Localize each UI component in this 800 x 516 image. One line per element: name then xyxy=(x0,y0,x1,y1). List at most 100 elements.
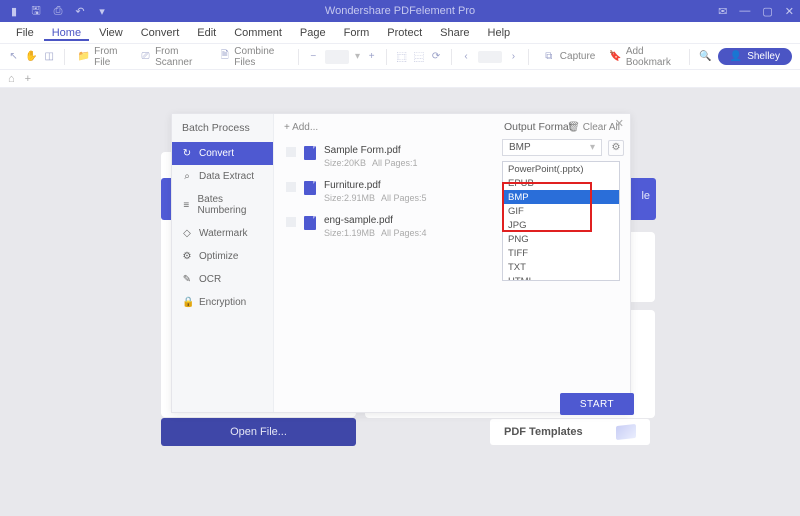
rotate-icon[interactable]: ⟳ xyxy=(430,50,441,64)
zoom-field[interactable] xyxy=(325,50,349,64)
dropdown-option[interactable]: TIFF xyxy=(503,246,619,260)
pdf-file-icon xyxy=(304,146,316,160)
chevron-down-icon: ▾ xyxy=(590,142,595,153)
menu-form[interactable]: Form xyxy=(336,25,378,41)
sidebar-item-data-extract[interactable]: ⌕ Data Extract xyxy=(172,165,273,188)
home-tab-icon[interactable]: ⌂ xyxy=(8,73,15,85)
hand-icon[interactable]: ✋ xyxy=(25,50,37,64)
from-scanner-label: From Scanner xyxy=(155,46,205,68)
fit-width-icon[interactable]: ⿴ xyxy=(396,50,407,64)
minimize-icon[interactable]: — xyxy=(739,5,750,17)
batch-sidebar: Batch Process ↻ Convert ⌕ Data Extract ≡… xyxy=(172,114,274,412)
print-icon[interactable]: ⎙ xyxy=(52,5,64,18)
capture-button[interactable]: ⧉ Capture xyxy=(538,50,600,64)
capture-label: Capture xyxy=(560,51,596,62)
fit-page-icon[interactable]: ⿳ xyxy=(413,50,424,64)
dropdown-icon[interactable]: ▾ xyxy=(96,5,108,18)
sidebar-item-ocr[interactable]: ✎ OCR xyxy=(172,268,273,291)
menu-comment[interactable]: Comment xyxy=(226,25,290,41)
data-extract-icon: ⌕ xyxy=(182,171,192,182)
file-name: eng-sample.pdf xyxy=(324,215,427,226)
sidebar-label: Optimize xyxy=(199,251,238,262)
file-checkbox[interactable] xyxy=(286,217,296,227)
convert-icon: ↻ xyxy=(182,148,192,159)
bookmark-icon: 🔖 xyxy=(609,50,621,64)
zoom-in-icon[interactable]: + xyxy=(366,50,377,64)
tabstrip: ⌂ + xyxy=(0,70,800,88)
sidebar-item-watermark[interactable]: ◇ Watermark xyxy=(172,222,273,245)
sidebar-item-bates[interactable]: ≡ Bates Numbering xyxy=(172,188,273,222)
menu-edit[interactable]: Edit xyxy=(189,25,224,41)
user-icon: 👤 xyxy=(730,51,742,62)
capture-icon: ⧉ xyxy=(542,50,556,64)
file-checkbox[interactable] xyxy=(286,182,296,192)
open-file-label: Open File... xyxy=(230,426,287,438)
menu-help[interactable]: Help xyxy=(480,25,519,41)
bookmark-button[interactable]: 🔖 Add Bookmark xyxy=(605,46,680,68)
user-pill[interactable]: 👤 Shelley xyxy=(718,48,792,65)
pdf-templates-label: PDF Templates xyxy=(504,426,583,438)
menu-share[interactable]: Share xyxy=(432,25,477,41)
close-window-icon[interactable]: ✕ xyxy=(785,5,794,18)
encryption-icon: 🔒 xyxy=(182,297,192,308)
file-name: Furniture.pdf xyxy=(324,180,427,191)
ocr-icon: ✎ xyxy=(182,274,192,285)
sidebar-label: Data Extract xyxy=(199,171,254,182)
menu-convert[interactable]: Convert xyxy=(133,25,188,41)
titlebar: ▮ 🖫 ⎙ ↶ ▾ Wondershare PDFelement Pro ✉ —… xyxy=(0,0,800,22)
pdf-templates-tile[interactable]: PDF Templates xyxy=(490,419,650,445)
scanner-icon: ⎚ xyxy=(140,50,151,64)
start-button[interactable]: START xyxy=(560,393,634,415)
watermark-icon: ◇ xyxy=(182,228,192,239)
optimize-icon: ⚙ xyxy=(182,251,192,262)
menu-protect[interactable]: Protect xyxy=(379,25,430,41)
output-format-select[interactable]: BMP ▾ xyxy=(502,139,602,156)
page-number-field[interactable] xyxy=(478,51,502,63)
menu-view[interactable]: View xyxy=(91,25,131,41)
dropdown-option[interactable]: EPUB xyxy=(503,176,619,190)
save-icon[interactable]: 🖫 xyxy=(30,2,42,21)
batch-title: Batch Process xyxy=(172,114,273,142)
next-page-icon[interactable]: › xyxy=(508,50,519,64)
dropdown-option[interactable]: BMP xyxy=(503,190,619,204)
pdf-file-icon xyxy=(304,216,316,230)
combine-files-button[interactable]: 🗎 Combine Files xyxy=(215,46,289,68)
file-checkbox[interactable] xyxy=(286,147,296,157)
cursor-icon[interactable]: ↖ xyxy=(8,50,19,64)
select-icon[interactable]: ◫ xyxy=(44,50,55,64)
undo-icon[interactable]: ↶ xyxy=(74,5,86,18)
add-file-button[interactable]: + Add... xyxy=(284,122,318,133)
from-file-button[interactable]: 📁 From File xyxy=(74,46,130,68)
menu-page[interactable]: Page xyxy=(292,25,334,41)
dropdown-option[interactable]: HTML xyxy=(503,274,619,280)
sidebar-item-optimize[interactable]: ⚙ Optimize xyxy=(172,245,273,268)
menubar: File Home View Convert Edit Comment Page… xyxy=(0,22,800,44)
sidebar-label: Bates Numbering xyxy=(197,194,263,216)
output-title: Output Format xyxy=(502,113,632,139)
bookmark-label: Add Bookmark xyxy=(626,46,677,68)
sidebar-label: Encryption xyxy=(199,297,246,308)
zoom-out-icon[interactable]: − xyxy=(308,50,319,64)
from-scanner-button[interactable]: ⎚ From Scanner xyxy=(136,46,209,68)
menu-home[interactable]: Home xyxy=(44,25,89,41)
dropdown-option[interactable]: PNG xyxy=(503,232,619,246)
open-file-button[interactable]: Open File... xyxy=(161,418,356,446)
sidebar-item-encryption[interactable]: 🔒 Encryption xyxy=(172,291,273,314)
mail-icon[interactable]: ✉ xyxy=(718,5,727,18)
maximize-icon[interactable]: ▢ xyxy=(762,5,772,18)
new-tab-icon[interactable]: + xyxy=(25,73,31,85)
folder-icon: 📁 xyxy=(78,50,90,64)
start-label: START xyxy=(580,399,614,410)
dropdown-option[interactable]: GIF xyxy=(503,204,619,218)
dropdown-option[interactable]: JPG xyxy=(503,218,619,232)
bates-icon: ≡ xyxy=(182,200,190,211)
output-settings-button[interactable]: ⚙ xyxy=(608,140,624,156)
dropdown-option[interactable]: PowerPoint(.pptx) xyxy=(503,162,619,176)
search-icon[interactable]: 🔍 xyxy=(699,50,711,64)
prev-page-icon[interactable]: ‹ xyxy=(460,50,471,64)
sidebar-item-convert[interactable]: ↻ Convert xyxy=(172,142,273,165)
menu-file[interactable]: File xyxy=(8,25,42,41)
templates-icon xyxy=(616,424,636,440)
user-name: Shelley xyxy=(747,51,780,62)
dropdown-option[interactable]: TXT xyxy=(503,260,619,274)
